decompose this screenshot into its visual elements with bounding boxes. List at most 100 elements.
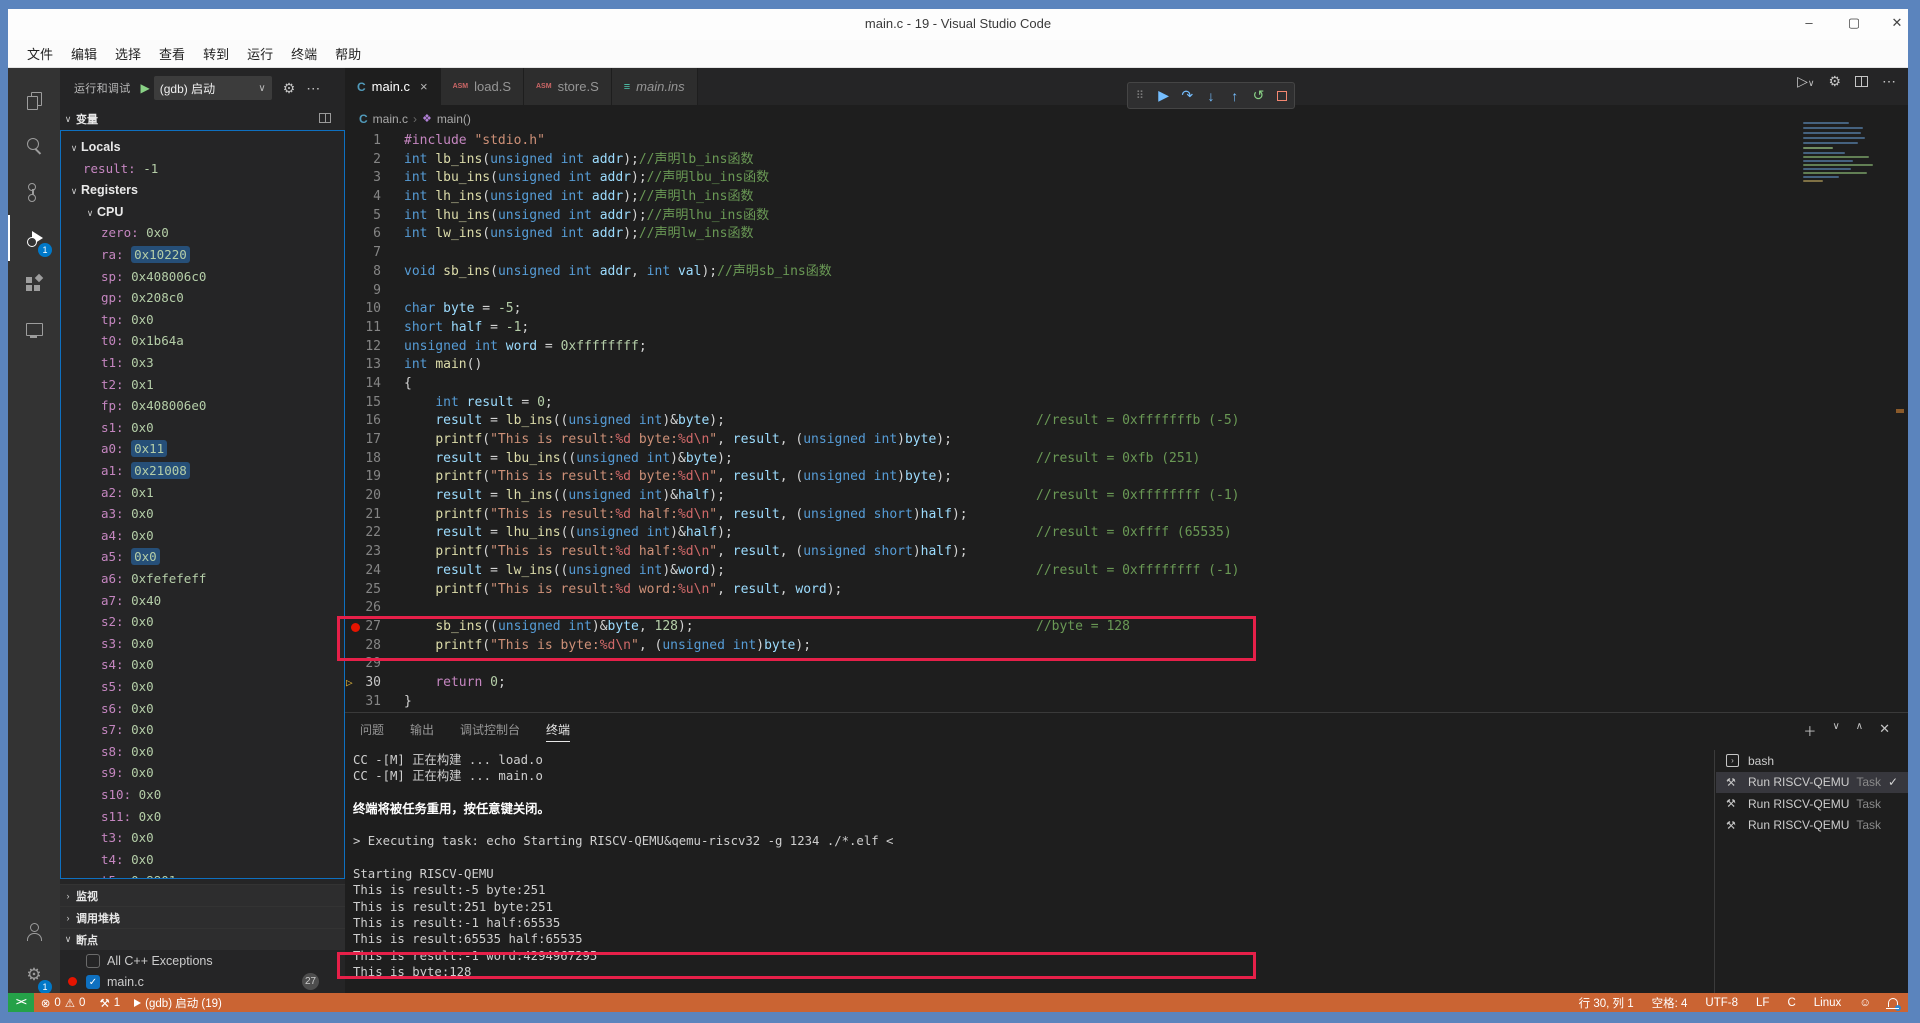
code-line-2[interactable]: 2int lb_ins(unsigned int addr);//声明lb_in… xyxy=(345,151,1908,170)
panel-tab-问题[interactable]: 问题 xyxy=(360,721,384,741)
indentation[interactable]: 空格: 4 xyxy=(1645,995,1695,1011)
register-row-s1[interactable]: s1: 0x0 xyxy=(61,417,344,439)
register-row-s2[interactable]: s2: 0x0 xyxy=(61,611,344,633)
panel-tab-终端[interactable]: 终端 xyxy=(546,721,570,742)
menu-item-选择[interactable]: 选择 xyxy=(106,41,150,66)
code-line-17[interactable]: 17 printf("This is result:%d byte:%d\n",… xyxy=(345,431,1908,450)
variables-tree[interactable]: ∨Localsresult: -1∨Registers∨CPUzero: 0x0… xyxy=(60,130,345,879)
register-row-s3[interactable]: s3: 0x0 xyxy=(61,633,344,655)
activity-item-source-control[interactable] xyxy=(8,169,60,215)
notifications-bell-icon[interactable] xyxy=(1888,998,1898,1007)
remote-indicator[interactable]: >< xyxy=(8,993,34,1012)
register-row-ra[interactable]: ra: 0x10220 xyxy=(61,244,344,266)
code-line-22[interactable]: 22 result = lhu_ins((unsigned int)&half)… xyxy=(345,524,1908,543)
eol-sequence[interactable]: LF xyxy=(1749,997,1776,1009)
register-row-a6[interactable]: a6: 0xfefefeff xyxy=(61,568,344,590)
debug-status[interactable]: (gdb) 启动 (19) xyxy=(127,995,229,1011)
activity-item-remote-explorer[interactable] xyxy=(8,307,60,353)
code-line-18[interactable]: 18 result = lbu_ins((unsigned int)&byte)… xyxy=(345,450,1908,469)
register-row-result[interactable]: result: -1 xyxy=(61,158,344,180)
register-row-sp[interactable]: sp: 0x408006c0 xyxy=(61,266,344,288)
code-line-24[interactable]: 24 result = lw_ins((unsigned int)&word);… xyxy=(345,562,1908,581)
tree-group-Locals[interactable]: ∨Locals xyxy=(61,136,344,158)
register-row-tp[interactable]: tp: 0x0 xyxy=(61,309,344,331)
close-button[interactable]: ✕ xyxy=(1882,15,1908,35)
breadcrumb-symbol[interactable]: main() xyxy=(437,112,471,126)
panel-tab-调试控制台[interactable]: 调试控制台 xyxy=(460,721,520,741)
restart-icon[interactable]: ↺ xyxy=(1247,87,1271,104)
breakpoint-row[interactable]: All C++ Exceptions xyxy=(60,950,345,971)
encoding[interactable]: UTF-8 xyxy=(1698,997,1745,1009)
debug-config-dropdown[interactable]: (gdb) 启动 ∨ xyxy=(154,76,272,100)
terminal-instance-Run RISCV-QEMU[interactable]: ⚒Run RISCV-QEMUTask✓ xyxy=(1716,772,1908,794)
activity-item-account[interactable] xyxy=(8,909,60,955)
activity-item-search[interactable] xyxy=(8,123,60,169)
register-row-s11[interactable]: s11: 0x0 xyxy=(61,806,344,828)
more-actions-icon[interactable]: ⋯ xyxy=(1882,73,1896,90)
activity-item-settings[interactable]: ⚙1 xyxy=(8,952,60,998)
menu-item-转到[interactable]: 转到 xyxy=(194,41,238,66)
code-line-31[interactable]: 31} xyxy=(345,693,1908,712)
register-row-s6[interactable]: s6: 0x0 xyxy=(61,698,344,720)
register-row-fp[interactable]: fp: 0x408006e0 xyxy=(61,395,344,417)
stop-icon[interactable] xyxy=(1270,88,1294,104)
breakpoint-checkbox[interactable]: ✓ xyxy=(86,975,100,989)
code-line-6[interactable]: 6int lw_ins(unsigned int addr);//声明lw_in… xyxy=(345,225,1908,244)
step-into-icon[interactable]: ↓ xyxy=(1199,88,1223,104)
code-line-4[interactable]: 4int lh_ins(unsigned int addr);//声明lh_in… xyxy=(345,188,1908,207)
code-line-16[interactable]: 16 result = lb_ins((unsigned int)&byte);… xyxy=(345,412,1908,431)
register-row-t3[interactable]: t3: 0x0 xyxy=(61,827,344,849)
breadcrumb[interactable]: C main.c › ❖ main() xyxy=(345,105,1908,132)
code-line-9[interactable]: 9 xyxy=(345,282,1908,301)
menu-item-帮助[interactable]: 帮助 xyxy=(326,41,370,66)
gear-icon[interactable]: ⚙ xyxy=(283,80,296,97)
split-editor-icon[interactable] xyxy=(1855,76,1868,87)
breakpoint-checkbox[interactable] xyxy=(86,954,100,968)
code-line-1[interactable]: 1#include "stdio.h" xyxy=(345,132,1908,151)
breadcrumb-file[interactable]: main.c xyxy=(373,112,408,126)
register-row-a1[interactable]: a1: 0x21008 xyxy=(61,460,344,482)
register-row-s5[interactable]: s5: 0x0 xyxy=(61,676,344,698)
tree-group-Registers[interactable]: ∨Registers xyxy=(61,179,344,201)
register-row-t4[interactable]: t4: 0x0 xyxy=(61,849,344,871)
terminal-instance-Run RISCV-QEMU[interactable]: ⚒Run RISCV-QEMUTask xyxy=(1716,815,1908,837)
minimize-button[interactable]: – xyxy=(1794,15,1824,35)
activity-item-run-debug[interactable]: 1 xyxy=(8,215,60,261)
step-out-icon[interactable]: ↑ xyxy=(1223,88,1247,104)
activity-item-extensions[interactable] xyxy=(8,261,60,307)
code-line-8[interactable]: 8void sb_ins(unsigned int addr, int val)… xyxy=(345,263,1908,282)
code-line-14[interactable]: 14{ xyxy=(345,375,1908,394)
code-line-19[interactable]: 19 printf("This is result:%d byte:%d\n",… xyxy=(345,468,1908,487)
menu-item-终端[interactable]: 终端 xyxy=(282,41,326,66)
new-terminal-icon[interactable]: ＋ xyxy=(1803,721,1816,740)
menu-item-编辑[interactable]: 编辑 xyxy=(62,41,106,66)
tree-group-CPU[interactable]: ∨CPU xyxy=(61,201,344,223)
call-stack-section-header[interactable]: › 调用堆栈 xyxy=(60,906,345,928)
register-row-s7[interactable]: s7: 0x0 xyxy=(61,719,344,741)
close-panel-icon[interactable]: ✕ xyxy=(1879,721,1890,740)
register-row-t1[interactable]: t1: 0x3 xyxy=(61,352,344,374)
register-row-zero[interactable]: zero: 0x0 xyxy=(61,222,344,244)
chevron-down-icon[interactable]: ∨ xyxy=(1832,721,1839,740)
watch-section-header[interactable]: › 监视 xyxy=(60,884,345,906)
step-over-icon[interactable]: ↷ xyxy=(1175,87,1199,104)
terminal-instance-bash[interactable]: ›bash xyxy=(1716,750,1908,772)
code-line-12[interactable]: 12unsigned int word = 0xffffffff; xyxy=(345,338,1908,357)
tab-main.c[interactable]: Cmain.c× xyxy=(345,68,441,105)
code-line-23[interactable]: 23 printf("This is result:%d half:%d\n",… xyxy=(345,543,1908,562)
tasks-status[interactable]: ⚒1 xyxy=(92,996,127,1010)
terminal-instance-Run RISCV-QEMU[interactable]: ⚒Run RISCV-QEMUTask xyxy=(1716,793,1908,815)
gear-icon[interactable]: ⚙ xyxy=(1828,73,1841,90)
register-row-s10[interactable]: s10: 0x0 xyxy=(61,784,344,806)
code-line-7[interactable]: 7 xyxy=(345,244,1908,263)
menu-item-文件[interactable]: 文件 xyxy=(18,41,62,66)
register-row-a2[interactable]: a2: 0x1 xyxy=(61,482,344,504)
run-file-button[interactable]: ▷∨ xyxy=(1797,73,1814,90)
code-line-20[interactable]: 20 result = lh_ins((unsigned int)&half);… xyxy=(345,487,1908,506)
more-actions-icon[interactable]: ⋯ xyxy=(306,80,320,97)
panel-layout-icon[interactable] xyxy=(319,113,331,123)
cursor-position[interactable]: 行 30, 列 1 xyxy=(1572,995,1641,1011)
code-line-11[interactable]: 11short half = -1; xyxy=(345,319,1908,338)
breakpoints-section-header[interactable]: ∨ 断点 xyxy=(60,928,345,950)
tab-load.S[interactable]: ASMload.S xyxy=(441,68,524,105)
